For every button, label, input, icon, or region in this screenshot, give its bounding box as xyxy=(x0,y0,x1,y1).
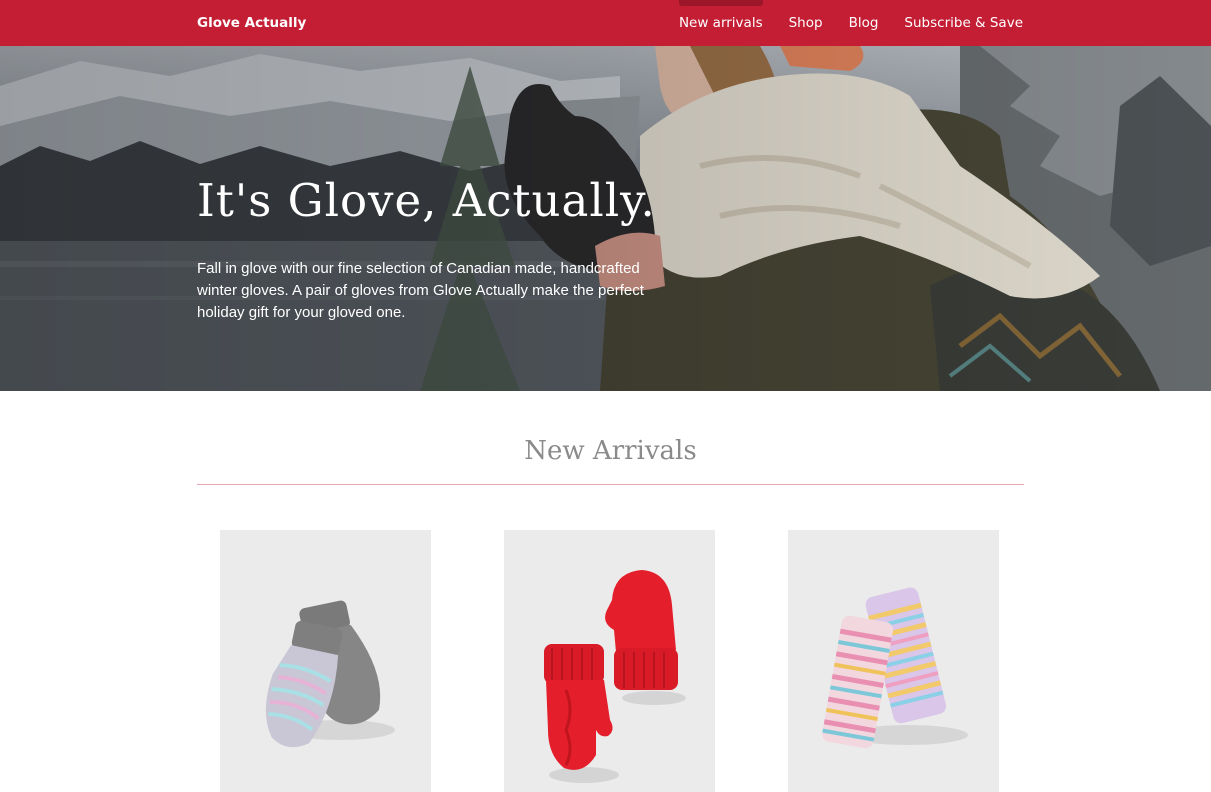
hero-title: It's Glove, Actually. xyxy=(197,174,656,227)
nav-link-new-arrivals[interactable]: New arrivals xyxy=(678,0,763,46)
product-image-rainbow-fingerless-gloves xyxy=(822,587,968,749)
nav-link-shop[interactable]: Shop xyxy=(789,0,823,46)
brand-logo-link[interactable]: Glove Actually xyxy=(197,0,306,46)
product-image-red-knit-mittens xyxy=(544,570,686,783)
section-divider xyxy=(197,484,1024,485)
product-card-grey-sequin-mittens[interactable] xyxy=(220,530,431,792)
nav-link-subscribe-save[interactable]: Subscribe & Save xyxy=(904,0,1023,46)
nav-link-blog[interactable]: Blog xyxy=(849,0,879,46)
top-navbar: Glove Actually New arrivals Shop Blog Su… xyxy=(0,0,1211,46)
product-image-grey-sequin-mittens xyxy=(265,600,395,748)
hero-banner: It's Glove, Actually. Fall in glove with… xyxy=(0,46,1211,391)
hero-description: Fall in glove with our fine selection of… xyxy=(197,260,644,321)
product-card-rainbow-fingerless-gloves[interactable] xyxy=(788,530,999,792)
product-card-red-knit-mittens[interactable] xyxy=(504,530,715,792)
nav-links: New arrivals Shop Blog Subscribe & Save xyxy=(653,0,1023,46)
new-arrivals-heading: New Arrivals xyxy=(524,436,697,466)
